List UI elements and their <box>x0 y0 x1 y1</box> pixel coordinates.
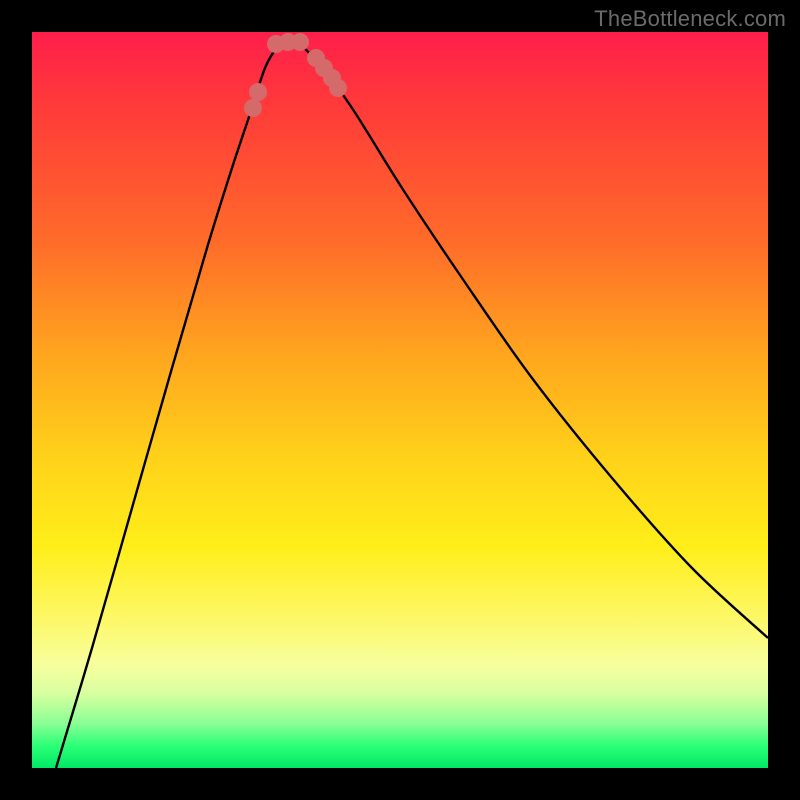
chart-frame: TheBottleneck.com <box>0 0 800 800</box>
highlight-dot <box>329 79 347 97</box>
highlight-dot <box>291 33 309 51</box>
highlight-dot <box>249 83 267 101</box>
curve-svg <box>32 32 768 768</box>
highlight-markers <box>244 33 347 117</box>
watermark-text: TheBottleneck.com <box>594 6 786 32</box>
plot-area <box>32 32 768 768</box>
highlight-dot <box>244 99 262 117</box>
bottleneck-curve-path <box>56 42 768 768</box>
